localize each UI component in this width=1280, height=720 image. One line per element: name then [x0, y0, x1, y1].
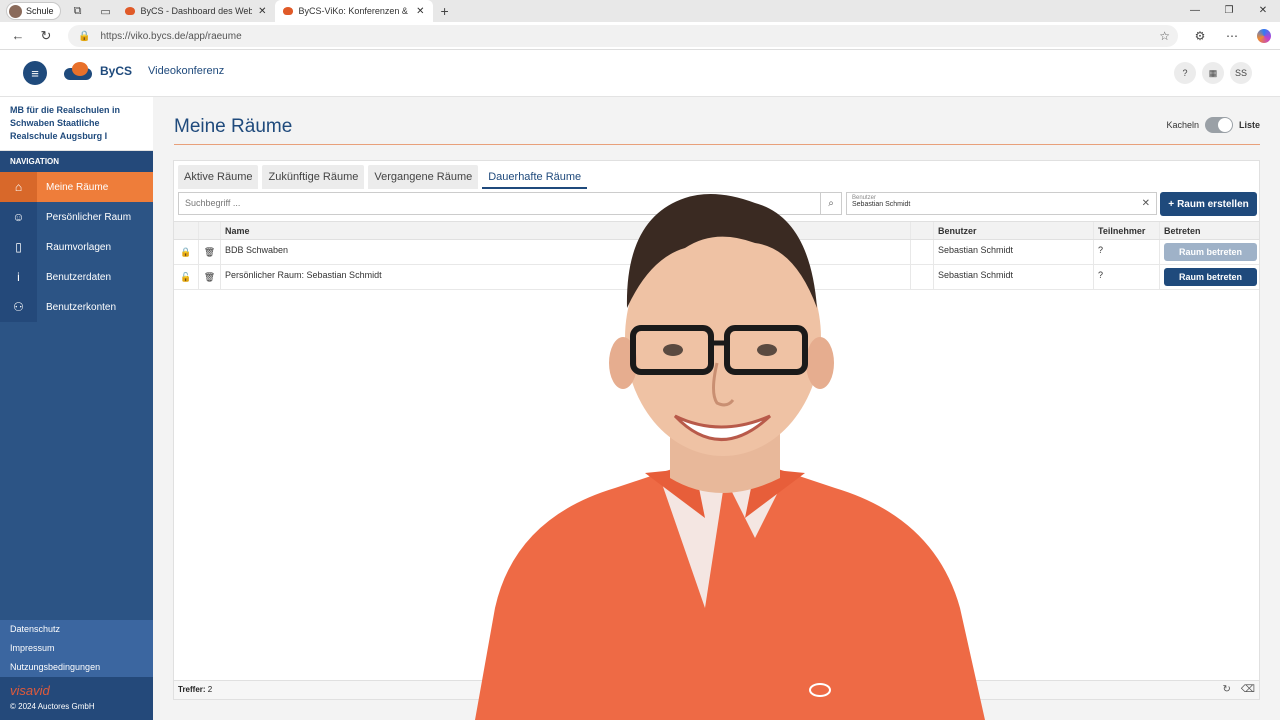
create-room-label: Raum erstellen — [1177, 198, 1249, 210]
profile-button[interactable]: Schule — [6, 2, 61, 20]
room-participants: ? — [1093, 265, 1159, 289]
bycs-cloud-icon — [64, 62, 94, 80]
browser-tab-bar: Schule ⧉ ▭ ByCS - Dashboard des Web-Port… — [0, 0, 1280, 22]
bycs-favicon-icon — [282, 7, 293, 15]
copyright-text: © 2024 Auctores GmbH — [10, 702, 95, 711]
nutzungsbedingungen-link[interactable]: Nutzungsbedingungen — [0, 658, 153, 677]
sidebar-item-raumvorlagen[interactable]: ▯ Raumvorlagen — [0, 232, 153, 262]
column-header-betreten: Betreten — [1159, 222, 1259, 239]
browser-tab-viko[interactable]: ByCS-ViKo: Konferenzen & Webinare ✕ — [274, 0, 433, 22]
minimize-icon[interactable]: — — [1178, 0, 1212, 22]
document-icon: ▯ — [0, 232, 37, 262]
profile-label: Schule — [26, 6, 54, 16]
tab-dauerhafte-raeume[interactable]: Dauerhafte Räume — [482, 165, 588, 189]
lock-icon[interactable]: 🔒 — [78, 31, 90, 42]
help-button[interactable]: ? — [1174, 62, 1196, 84]
impressum-link[interactable]: Impressum — [0, 639, 153, 658]
tab-vergangene-raeume[interactable]: Vergangene Räume — [368, 165, 479, 189]
view-toggle-kacheln-label: Kacheln — [1166, 120, 1199, 130]
clear-filters-icon[interactable]: ⌫ — [1241, 681, 1255, 699]
view-toggle: Kacheln Liste — [1166, 117, 1260, 133]
presenter-video-overlay — [475, 194, 985, 720]
close-tab-icon[interactable]: ✕ — [416, 6, 424, 17]
tab-aktive-raeume[interactable]: Aktive Räume — [178, 165, 259, 189]
trash-icon[interactable]: 🗑 — [198, 265, 220, 289]
more-options-icon[interactable]: ⋯ — [1216, 29, 1248, 43]
title-divider — [174, 144, 1260, 145]
trash-icon[interactable]: 🗑 — [198, 240, 220, 264]
clear-filter-icon[interactable]: ✕ — [1142, 198, 1150, 209]
tab-actions-icon[interactable]: ▭ — [95, 2, 117, 20]
back-icon[interactable]: ← — [4, 28, 32, 43]
copilot-icon[interactable] — [1257, 29, 1271, 43]
favorite-star-icon[interactable]: ☆ — [1159, 29, 1170, 43]
create-room-button[interactable]: + Raum erstellen — [1160, 192, 1257, 216]
sidebar-item-persoenlicher-raum[interactable]: ☺ Persönlicher Raum — [0, 202, 153, 232]
join-room-button[interactable]: Raum betreten — [1164, 268, 1257, 286]
window-controls: — ❐ ✕ — [1178, 0, 1280, 22]
sidebar-item-meine-raeume[interactable]: ⌂ Meine Räume — [0, 172, 153, 202]
workspaces-icon[interactable]: ⧉ — [67, 2, 89, 20]
menu-button[interactable]: ≡ — [23, 61, 47, 85]
sidebar-item-label: Benutzerdaten — [46, 271, 112, 283]
organization-name: MB für die Realschulen in Schwaben Staat… — [0, 97, 153, 150]
navigation-heading: NAVIGATION — [0, 150, 153, 172]
join-room-button[interactable]: Raum betreten — [1164, 243, 1257, 261]
hits-count: 2 — [207, 685, 213, 694]
app-header: ≡ ByCS Videokonferenz ? ▦ SS — [0, 50, 1280, 97]
users-icon: ⚇ — [0, 292, 37, 322]
extensions-icon[interactable]: ⚙ — [1184, 29, 1216, 43]
datenschutz-link[interactable]: Datenschutz — [0, 620, 153, 639]
person-icon: ☺ — [0, 202, 37, 232]
sidebar-item-label: Persönlicher Raum — [46, 211, 132, 223]
sidebar-item-label: Meine Räume — [46, 181, 109, 193]
browser-tab-title: ByCS-ViKo: Konferenzen & Webinare — [298, 6, 411, 16]
url-text: https://viko.bycs.de/app/raeume — [100, 30, 242, 42]
view-toggle-switch[interactable] — [1204, 117, 1233, 133]
plus-icon: + — [1168, 198, 1175, 210]
lock-closed-icon: 🔒 — [180, 247, 192, 257]
column-header-teilnehmer[interactable]: Teilnehmer — [1093, 222, 1159, 239]
browser-tab-title: ByCS - Dashboard des Web-Portal — [140, 6, 253, 16]
room-participants: ? — [1093, 240, 1159, 264]
brand-name: ByCS — [100, 64, 133, 78]
sidebar: MB für die Realschulen in Schwaben Staat… — [0, 97, 153, 720]
tab-zukuenftige-raeume[interactable]: Zukünftige Räume — [262, 165, 365, 189]
browser-tab-dashboard[interactable]: ByCS - Dashboard des Web-Portal ✕ — [117, 0, 275, 22]
sidebar-item-label: Benutzerkonten — [46, 301, 117, 313]
profile-avatar — [9, 4, 22, 18]
bycs-logo[interactable]: ByCS Videokonferenz — [64, 62, 224, 80]
info-icon: i — [0, 262, 37, 292]
view-toggle-liste-label: Liste — [1238, 120, 1260, 130]
app-subtitle: Videokonferenz — [148, 65, 225, 77]
close-tab-icon[interactable]: ✕ — [258, 6, 266, 17]
restore-icon[interactable]: ❐ — [1212, 0, 1246, 22]
visavid-logo: visavid — [10, 683, 50, 698]
url-field[interactable]: 🔒 https://viko.bycs.de/app/raeume ☆ — [68, 25, 1178, 47]
close-window-icon[interactable]: ✕ — [1246, 0, 1280, 22]
new-tab-icon[interactable]: + — [441, 3, 449, 19]
sidebar-item-label: Raumvorlagen — [46, 241, 112, 253]
reload-icon[interactable]: ↻ — [32, 28, 60, 44]
bycs-favicon-icon — [124, 7, 135, 15]
hits-label: Treffer: — [178, 685, 206, 694]
refresh-icon[interactable]: ↻ — [1222, 681, 1230, 699]
apps-grid-icon[interactable]: ▦ — [1202, 62, 1224, 84]
address-bar-row: ← ↻ 🔒 https://viko.bycs.de/app/raeume ☆ … — [0, 22, 1280, 50]
sidebar-item-benutzerkonten[interactable]: ⚇ Benutzerkonten — [0, 292, 153, 322]
sidebar-item-benutzerdaten[interactable]: i Benutzerdaten — [0, 262, 153, 292]
page-title: Meine Räume — [174, 116, 293, 137]
lock-open-icon: 🔓 — [180, 272, 192, 282]
room-tabs: Aktive Räume Zukünftige Räume Vergangene… — [178, 165, 588, 189]
building-icon: ⌂ — [0, 172, 37, 202]
user-avatar[interactable]: SS — [1230, 62, 1252, 84]
